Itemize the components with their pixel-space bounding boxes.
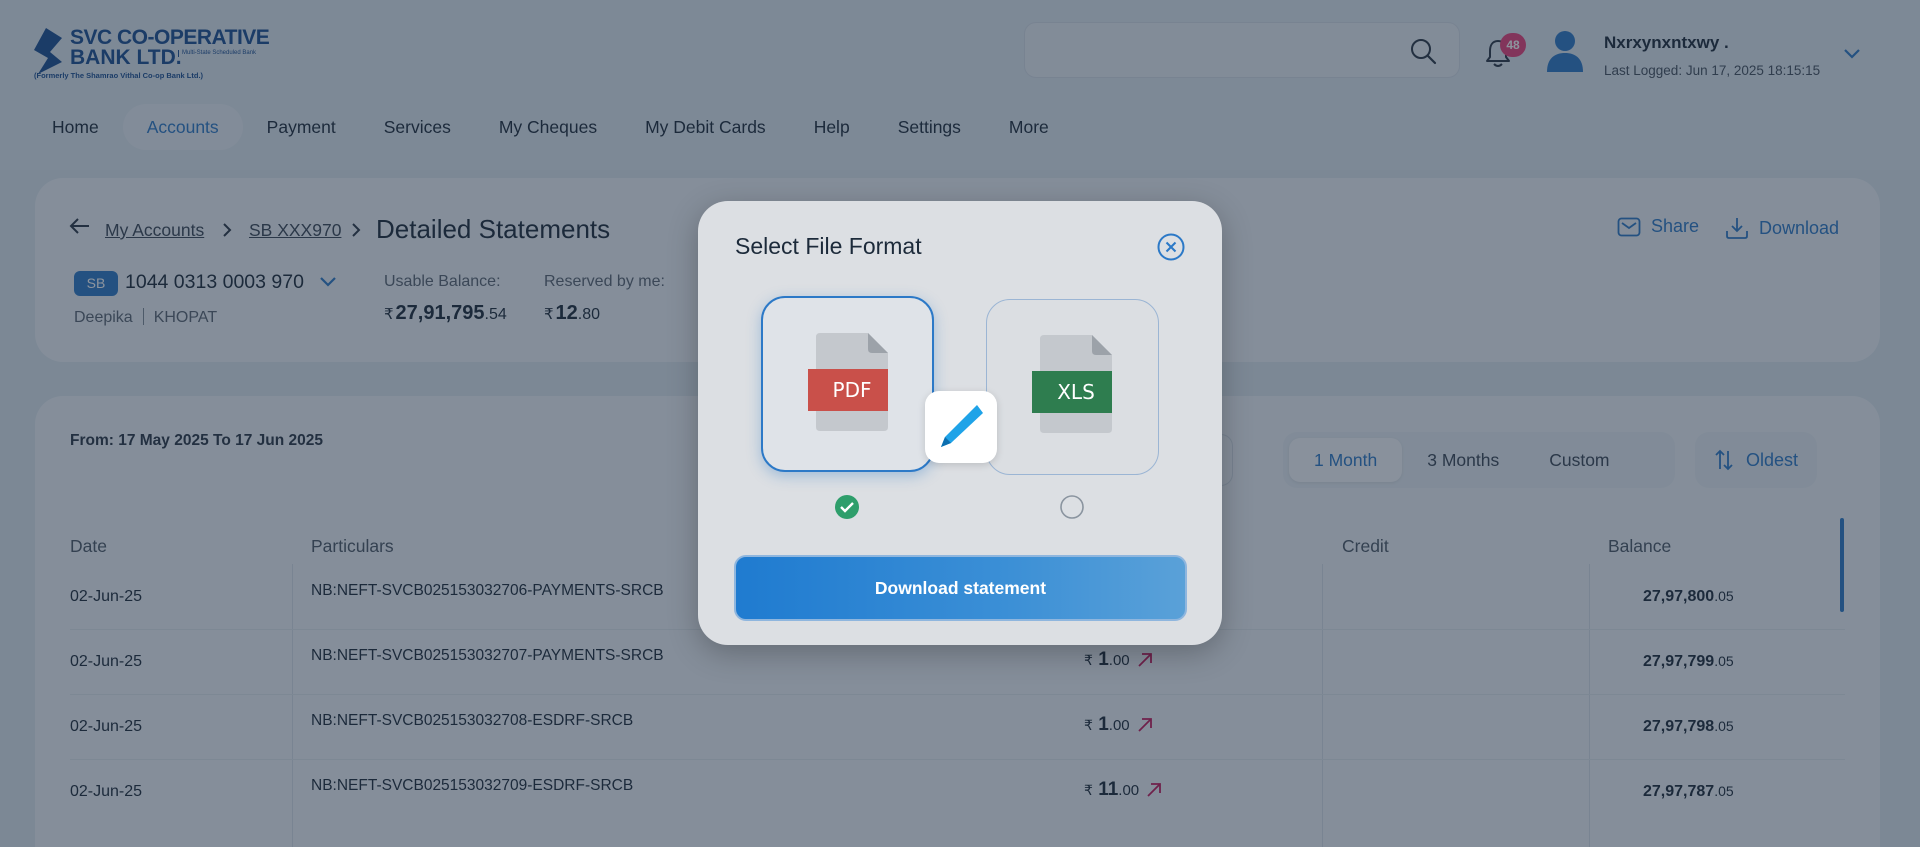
xls-label: XLS bbox=[1057, 380, 1095, 404]
pdf-label: PDF bbox=[833, 378, 872, 402]
file-format-dialog: Select File Format PDF XLS Download stat… bbox=[698, 201, 1222, 645]
radio-unselected-icon[interactable] bbox=[1059, 494, 1085, 520]
download-statement-button[interactable]: Download statement bbox=[734, 555, 1187, 621]
format-option-xls[interactable]: XLS bbox=[986, 299, 1159, 475]
xls-file-icon: XLS bbox=[1032, 335, 1112, 433]
close-icon[interactable] bbox=[1156, 232, 1186, 262]
dialog-title: Select File Format bbox=[735, 233, 922, 259]
brand-mark-icon bbox=[925, 391, 997, 463]
pdf-file-icon: PDF bbox=[808, 333, 888, 431]
check-icon[interactable] bbox=[834, 494, 860, 520]
format-option-pdf[interactable]: PDF bbox=[761, 296, 934, 472]
